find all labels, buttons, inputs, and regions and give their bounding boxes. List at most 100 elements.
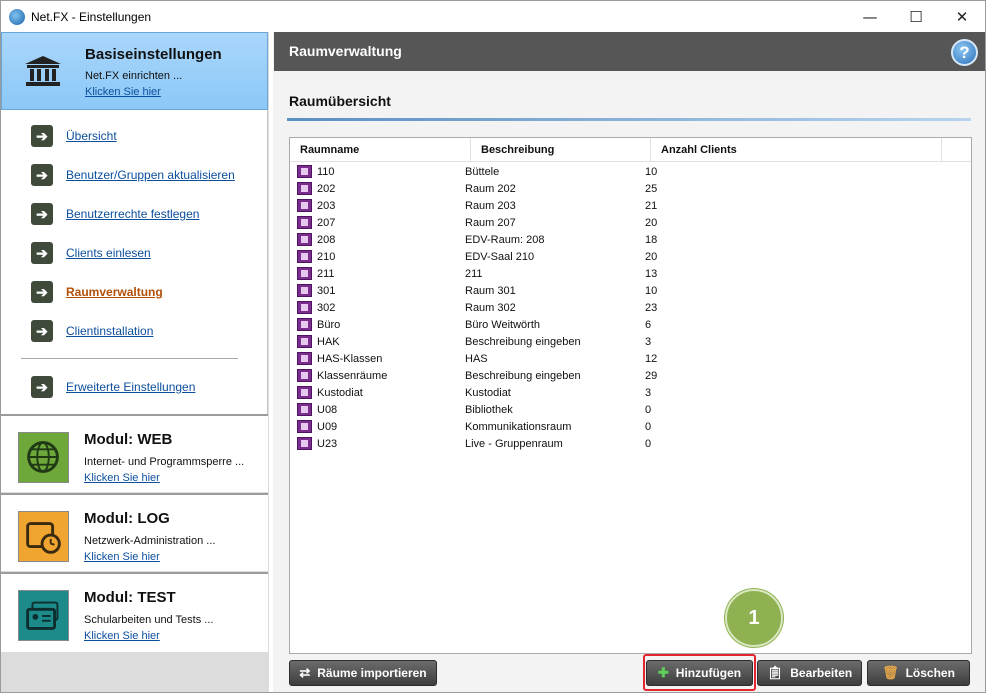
import-rooms-label: Räume importieren — [317, 666, 427, 680]
maximize-button[interactable]: ☐ — [893, 1, 939, 32]
window-title: Net.FX - Einstellungen — [31, 9, 152, 24]
cell-raumname: 110 — [297, 165, 465, 178]
cell-beschreibung: Raum 302 — [465, 301, 516, 314]
room-icon — [297, 216, 312, 229]
module-link[interactable]: Klicken Sie hier — [84, 630, 160, 642]
nav-item-raumverwaltung[interactable]: ➔ Raumverwaltung — [31, 281, 163, 303]
table-row[interactable]: Büro Büro Weitwörth 6 — [297, 316, 745, 333]
basis-desc: Net.FX einrichten ... — [85, 70, 183, 82]
column-header-beschreibung[interactable]: Beschreibung — [471, 138, 651, 162]
cell-text: U23 — [317, 437, 338, 450]
cell-beschreibung: Raum 207 — [465, 216, 516, 229]
cell-text: 202 — [317, 182, 336, 195]
cell-anzahl-clients: 3 — [645, 386, 652, 399]
cell-beschreibung: EDV-Raum: 208 — [465, 233, 545, 246]
import-rooms-button[interactable]: ⇄ Räume importieren — [289, 660, 437, 686]
nav-item-benutzer-gruppen[interactable]: ➔ Benutzer/Gruppen aktualisieren — [31, 164, 235, 186]
cell-anzahl-clients: 18 — [645, 233, 658, 246]
table-row[interactable]: 203 Raum 203 21 — [297, 197, 745, 214]
table-row[interactable]: 208 EDV-Raum: 208 18 — [297, 231, 745, 248]
table-row[interactable]: HAS-Klassen HAS 12 — [297, 350, 745, 367]
trash-icon: 🗑︎ — [882, 665, 899, 680]
room-icon — [297, 352, 312, 365]
help-icon[interactable]: ? — [951, 39, 978, 66]
basis-link[interactable]: Klicken Sie hier — [85, 86, 161, 98]
title-bar: Net.FX - Einstellungen — ☐ ✕ — [1, 1, 985, 32]
nav-item-label: Clientinstallation — [66, 324, 154, 338]
clipboard-icon: 📋︎ — [766, 665, 784, 680]
cell-text: HAK — [317, 335, 340, 348]
cell-raumname: Büro — [297, 318, 465, 331]
table-row[interactable]: 207 Raum 207 20 — [297, 214, 745, 231]
room-icon — [297, 267, 312, 280]
delete-button[interactable]: 🗑︎ Löschen — [867, 660, 970, 686]
nav-item-benutzerrechte[interactable]: ➔ Benutzerrechte festlegen — [31, 203, 199, 225]
cell-beschreibung: Büttele — [465, 165, 500, 178]
nav-item-uebersicht[interactable]: ➔ Übersicht — [31, 125, 117, 147]
bank-icon — [25, 56, 61, 86]
module-link[interactable]: Klicken Sie hier — [84, 551, 160, 563]
cell-beschreibung: Beschreibung eingeben — [465, 335, 581, 348]
table-row[interactable]: U23 Live - Gruppenraum 0 — [297, 435, 745, 452]
cell-raumname: 208 — [297, 233, 465, 246]
module-desc: Netzwerk-Administration ... — [84, 535, 216, 547]
table-row[interactable]: 202 Raum 202 25 — [297, 180, 745, 197]
cell-beschreibung: Bibliothek — [465, 403, 513, 416]
cell-text: 208 — [317, 233, 336, 246]
nav-item-clients-einlesen[interactable]: ➔ Clients einlesen — [31, 242, 151, 264]
table-row[interactable]: HAK Beschreibung eingeben 3 — [297, 333, 745, 350]
module-link[interactable]: Klicken Sie hier — [84, 472, 160, 484]
table-row[interactable]: 210 EDV-Saal 210 20 — [297, 248, 745, 265]
minimize-button[interactable]: — — [847, 1, 893, 32]
cell-beschreibung: Kommunikationsraum — [465, 420, 572, 433]
module-log[interactable]: Modul: LOG Netzwerk-Administration ... K… — [1, 493, 268, 571]
module-test[interactable]: Modul: TEST Schularbeiten und Tests ... … — [1, 572, 268, 652]
cell-text: 211 — [317, 267, 335, 280]
add-button[interactable]: ✚ Hinzufügen — [646, 660, 753, 686]
refresh-icon: ⇄ — [299, 665, 311, 680]
table-row[interactable]: U08 Bibliothek 0 — [297, 401, 745, 418]
table-row[interactable]: 301 Raum 301 10 — [297, 282, 745, 299]
nav-item-erweiterte-einstellungen[interactable]: ➔ Erweiterte Einstellungen — [31, 376, 195, 398]
nav-item-label: Clients einlesen — [66, 246, 151, 260]
table-row[interactable]: U09 Kommunikationsraum 0 — [297, 418, 745, 435]
cell-anzahl-clients: 0 — [645, 420, 652, 433]
cell-text: U09 — [317, 420, 338, 433]
table-row[interactable]: 211 211 13 — [297, 265, 745, 282]
cell-text: U08 — [317, 403, 338, 416]
cell-beschreibung: 211 — [465, 267, 483, 280]
edit-button[interactable]: 📋︎ Bearbeiten — [757, 660, 862, 686]
folder-clock-icon — [18, 511, 69, 562]
nav-item-clientinstallation[interactable]: ➔ Clientinstallation — [31, 320, 153, 342]
cell-raumname: 210 — [297, 250, 465, 263]
step-badge: 1 — [725, 589, 783, 647]
column-header-filler — [942, 138, 971, 162]
column-header-anzahl-clients[interactable]: Anzahl Clients — [651, 138, 942, 162]
table-row[interactable]: Klassenräume Beschreibung eingeben 29 — [297, 367, 745, 384]
cell-raumname: HAS-Klassen — [297, 352, 465, 365]
close-button[interactable]: ✕ — [939, 1, 985, 32]
cell-anzahl-clients: 13 — [645, 267, 658, 280]
cell-raumname: U23 — [297, 437, 465, 450]
room-icon — [297, 318, 312, 331]
globe-icon — [18, 432, 69, 483]
main-panel: Raumverwaltung ? Raumübersicht Raumname … — [273, 32, 985, 692]
add-label: Hinzufügen — [675, 666, 742, 680]
arrow-right-icon: ➔ — [31, 242, 53, 264]
settings-window: Net.FX - Einstellungen — ☐ ✕ Basiseinste… — [0, 0, 986, 693]
main-header: Raumverwaltung ? — [274, 32, 985, 71]
cell-text: 110 — [317, 165, 335, 178]
table-row[interactable]: 302 Raum 302 23 — [297, 299, 745, 316]
cell-beschreibung: EDV-Saal 210 — [465, 250, 535, 263]
module-title: Modul: TEST — [84, 589, 176, 606]
table-row[interactable]: 110 Büttele 10 — [297, 163, 745, 180]
column-header-raumname[interactable]: Raumname — [290, 138, 471, 162]
cell-anzahl-clients: 10 — [645, 284, 658, 297]
room-icon — [297, 301, 312, 314]
basis-title: Basiseinstellungen — [85, 46, 222, 63]
module-web[interactable]: Modul: WEB Internet- und Programmsperre … — [1, 414, 268, 492]
basis-panel[interactable]: Basiseinstellungen Net.FX einrichten ...… — [1, 32, 268, 110]
cell-beschreibung: Live - Gruppenraum — [465, 437, 563, 450]
table-row[interactable]: Kustodiat Kustodiat 3 — [297, 384, 745, 401]
cell-text: Kustodiat — [317, 386, 363, 399]
